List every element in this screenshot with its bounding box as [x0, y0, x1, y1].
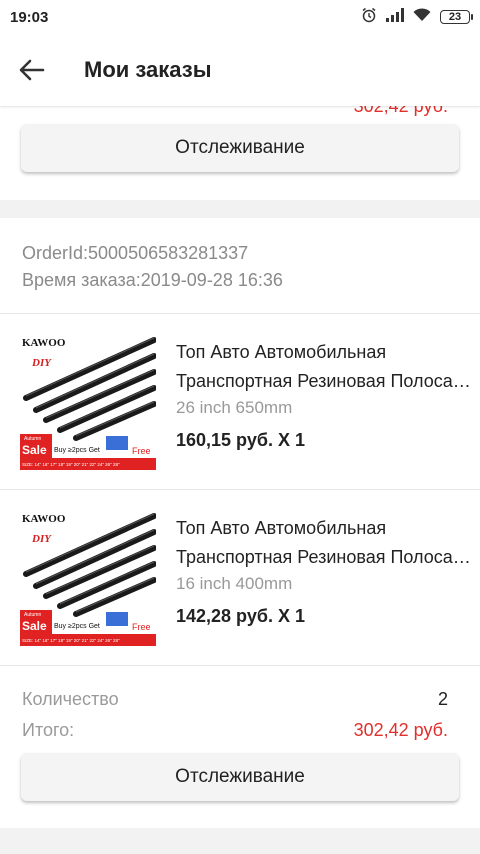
- order-item[interactable]: KAWOO DIY Autumn Sale Buy ≥2pcs Get Free…: [0, 314, 480, 490]
- order-item[interactable]: KAWOO DIY Autumn Sale Buy ≥2pcs Get Free…: [0, 490, 480, 666]
- item-title: Топ Авто Автомобильная Транспортная Рези…: [176, 514, 472, 572]
- battery-level: 23: [448, 11, 462, 23]
- item-title-line1: Топ Авто Автомобильная: [176, 518, 387, 538]
- order-id: OrderId:5000506583281337: [22, 243, 249, 263]
- thumb-sizes: SIZE: 14" 16" 17" 18" 19" 20" 21" 22" 24…: [22, 638, 120, 643]
- track-button[interactable]: Отслеживание: [21, 753, 459, 801]
- battery-icon: 23: [440, 10, 473, 24]
- item-title-line2: Транспортная Резиновая Полоса для щёток: [176, 371, 472, 391]
- thumb-promo: Buy ≥2pcs Get: [54, 447, 100, 454]
- product-image: KAWOO DIY Autumn Sale Buy ≥2pcs Get Free…: [20, 334, 157, 470]
- thumb-sale-small: Autumn: [24, 436, 41, 442]
- item-price: 142,28 руб. X 1: [176, 606, 305, 626]
- thumb-free: Free: [132, 446, 151, 456]
- previous-order-card: 302,42 руб. Отслеживание: [0, 96, 480, 200]
- thumb-tag: DIY: [31, 533, 52, 545]
- order-card: OrderId:5000506583281337 Время заказа:20…: [0, 218, 480, 828]
- thumb-sale-small: Autumn: [24, 612, 41, 618]
- order-info: OrderId:5000506583281337 Время заказа:20…: [22, 240, 283, 294]
- arrow-left-icon: [19, 59, 45, 81]
- thumb-free: Free: [132, 622, 151, 632]
- wifi-icon: [413, 7, 431, 27]
- item-variant: 16 inch 400mm: [176, 574, 293, 593]
- order-time: Время заказа:2019-09-28 16:36: [22, 270, 283, 290]
- status-bar: 19:03 23: [0, 0, 480, 34]
- item-title: Топ Авто Автомобильная Транспортная Рези…: [176, 338, 472, 396]
- thumb-promo: Buy ≥2pcs Get: [54, 623, 100, 630]
- alarm-icon: [361, 7, 377, 28]
- quantity-row: Количество 2: [22, 689, 448, 710]
- status-icons: 23: [361, 7, 473, 28]
- item-variant: 26 inch 650mm: [176, 398, 293, 417]
- item-title-line1: Топ Авто Автомобильная: [176, 342, 387, 362]
- total-row: Итого: 302,42 руб.: [22, 720, 448, 741]
- app-bar: Мои заказы: [0, 34, 480, 106]
- signal-icon: [386, 7, 404, 27]
- thumb-sizes: SIZE: 14" 16" 17" 18" 19" 20" 21" 22" 24…: [22, 462, 120, 467]
- product-image: KAWOO DIY Autumn Sale Buy ≥2pcs Get Free…: [20, 510, 157, 646]
- page-title: Мои заказы: [84, 57, 212, 82]
- thumb-tag: DIY: [31, 357, 52, 369]
- item-title-line2: Транспортная Резиновая Полоса для щёток: [176, 547, 472, 567]
- thumb-brand: KAWOO: [22, 337, 66, 349]
- quantity-label: Количество: [22, 689, 119, 709]
- total-label: Итого:: [22, 720, 75, 740]
- track-button[interactable]: Отслеживание: [21, 124, 459, 172]
- thumb-sale-big: Sale: [22, 443, 47, 457]
- status-time: 19:03: [10, 8, 49, 26]
- item-price: 160,15 руб. X 1: [176, 430, 305, 450]
- thumb-sale-big: Sale: [22, 619, 47, 633]
- quantity-value: 2: [437, 689, 448, 709]
- thumb-brand: KAWOO: [22, 513, 66, 525]
- total-value: 302,42 руб.: [353, 720, 448, 740]
- divider: [0, 665, 480, 666]
- back-button[interactable]: [0, 34, 64, 106]
